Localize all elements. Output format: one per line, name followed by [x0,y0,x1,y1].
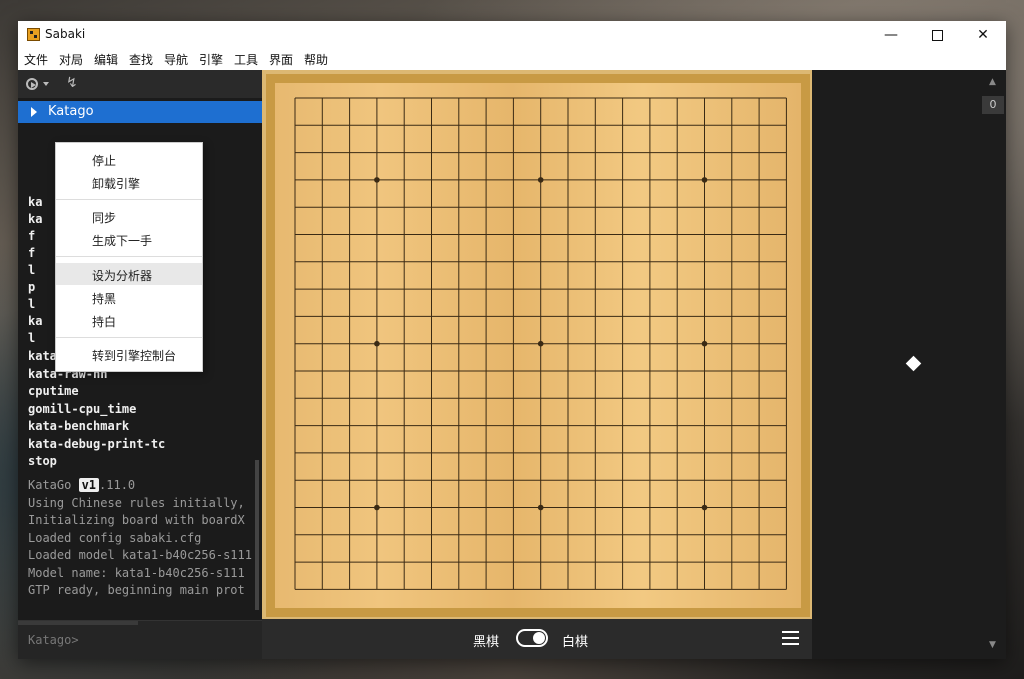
console-hscrollbar[interactable] [18,621,138,625]
menu-item-go-to-console[interactable]: 转到引擎控制台 [56,343,202,365]
star-point [537,177,544,183]
star-point [374,504,380,511]
sabaki-logo-icon [27,28,40,41]
menu-item-play-white[interactable]: 持白 [56,309,202,331]
menu-bar: 文件 对局 编辑 查找 导航 引擎 工具 界面 帮助 [18,49,1006,70]
menu-icon[interactable] [782,631,799,645]
scroll-down-icon[interactable]: ▼ [989,640,996,650]
engine-item-katago[interactable]: Katago [18,101,262,123]
menu-separator [56,199,202,200]
engine-context-menu: 停止 卸载引擎 同步 生成下一手 设为分析器 持黑 持白 转到引擎控制台 [55,142,203,372]
minimize-icon: — [884,27,898,43]
menu-edit[interactable]: 编辑 [94,51,118,68]
close-button[interactable]: ✕ [960,21,1006,49]
board-area [262,70,812,619]
console-log: GTP ready, beginning main prot [28,583,245,597]
maximize-button[interactable] [914,21,960,49]
star-point [701,340,708,347]
console-line: l [28,297,36,311]
window-title: Sabaki [45,27,86,41]
menu-navigation[interactable]: 导航 [164,51,188,68]
console-log: Initializing board with boardX [28,513,245,527]
menu-item-synchronize[interactable]: 同步 [56,205,202,227]
console-line: ka [28,314,43,328]
console-line: f [28,246,36,260]
star-point [374,340,380,347]
console-line: p [28,280,36,294]
menu-file[interactable]: 文件 [24,51,48,68]
console-command: stop [28,454,57,468]
close-icon: ✕ [977,27,989,43]
star-point [701,504,708,511]
console-log: Model name: kata1-b40c256-s111 [28,566,245,580]
console-line: l [28,263,36,277]
maximize-icon [931,29,943,41]
menu-item-set-analyzer[interactable]: 设为分析器 [56,263,202,285]
menu-help[interactable]: 帮助 [304,51,328,68]
console-line: l [28,331,36,345]
console-line: ka [28,195,43,209]
console-command: kata-benchmark [28,419,130,433]
go-board[interactable] [275,83,801,608]
console-input[interactable]: Katago> [18,620,262,659]
console-prompt: Katago> [28,633,79,647]
menu-game[interactable]: 对局 [59,51,83,68]
menu-find[interactable]: 查找 [129,51,153,68]
app-window: Sabaki — ✕ 文件 对局 编辑 查找 导航 引擎 工具 界面 帮助 ↯ … [18,21,1006,659]
menu-item-play-black[interactable]: 持黑 [56,286,202,308]
menu-engines[interactable]: 引擎 [199,51,223,68]
console-log-version: KataGo v1.11.0 [28,478,136,492]
star-point [374,177,380,183]
move-count-badge: 0 [982,96,1004,114]
console-log: Loaded config sabaki.cfg [28,531,202,545]
console-command: kata-debug-print-tc [28,437,166,451]
star-point [537,504,544,511]
console-log: Loaded model kata1-b40c256-s111 [28,548,252,562]
menu-view[interactable]: 界面 [269,51,293,68]
console-command: cputime [28,384,79,398]
play-icon[interactable] [26,78,38,90]
console-scrollbar[interactable] [255,460,259,610]
chevron-down-icon[interactable] [43,82,49,86]
player-black-label: 黑棋 [473,635,500,650]
player-white-label: 白棋 [562,635,589,650]
menu-separator [56,337,202,338]
engine-toolbar: ↯ [18,70,262,98]
version-badge: v1 [78,478,100,492]
scroll-up-icon[interactable]: ▲ [989,77,996,87]
menu-item-generate-move[interactable]: 生成下一手 [56,228,202,250]
turn-toggle[interactable] [516,629,548,647]
star-point [537,340,544,347]
caret-right-icon [31,107,37,117]
console-line: ka [28,212,43,226]
menu-tools[interactable]: 工具 [234,51,258,68]
menu-item-stop[interactable]: 停止 [56,148,202,170]
menu-item-detach-engine[interactable]: 卸载引擎 [56,171,202,193]
board-frame [266,74,810,617]
toggle-knob [533,632,545,644]
title-bar: Sabaki — ✕ [18,21,1006,49]
board-grid[interactable] [275,83,801,608]
menu-separator [56,256,202,257]
minimize-button[interactable]: — [868,21,914,49]
player-bar: 黑棋 白棋 [262,619,812,659]
game-tree-root-node[interactable] [905,355,922,372]
console-log: Using Chinese rules initially, [28,496,245,510]
console-command: gomill-cpu_time [28,402,137,416]
game-tree-panel: ▲ 0 ▼ [812,70,1006,659]
bolt-icon[interactable]: ↯ [66,75,78,91]
engine-name: Katago [48,104,94,119]
star-point [701,177,708,183]
console-line: f [28,229,36,243]
